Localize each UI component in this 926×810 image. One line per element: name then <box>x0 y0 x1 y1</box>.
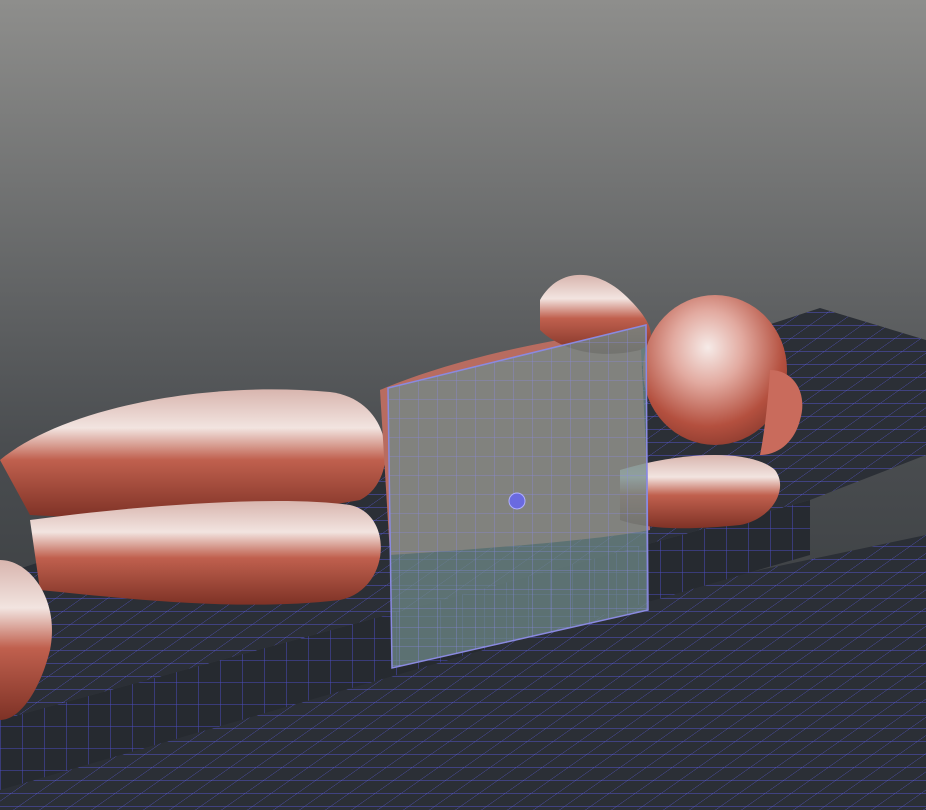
scene-canvas[interactable] <box>0 0 926 810</box>
lower-leg <box>30 500 381 605</box>
3d-viewport[interactable] <box>0 0 926 810</box>
transform-handle-icon[interactable] <box>508 492 526 510</box>
